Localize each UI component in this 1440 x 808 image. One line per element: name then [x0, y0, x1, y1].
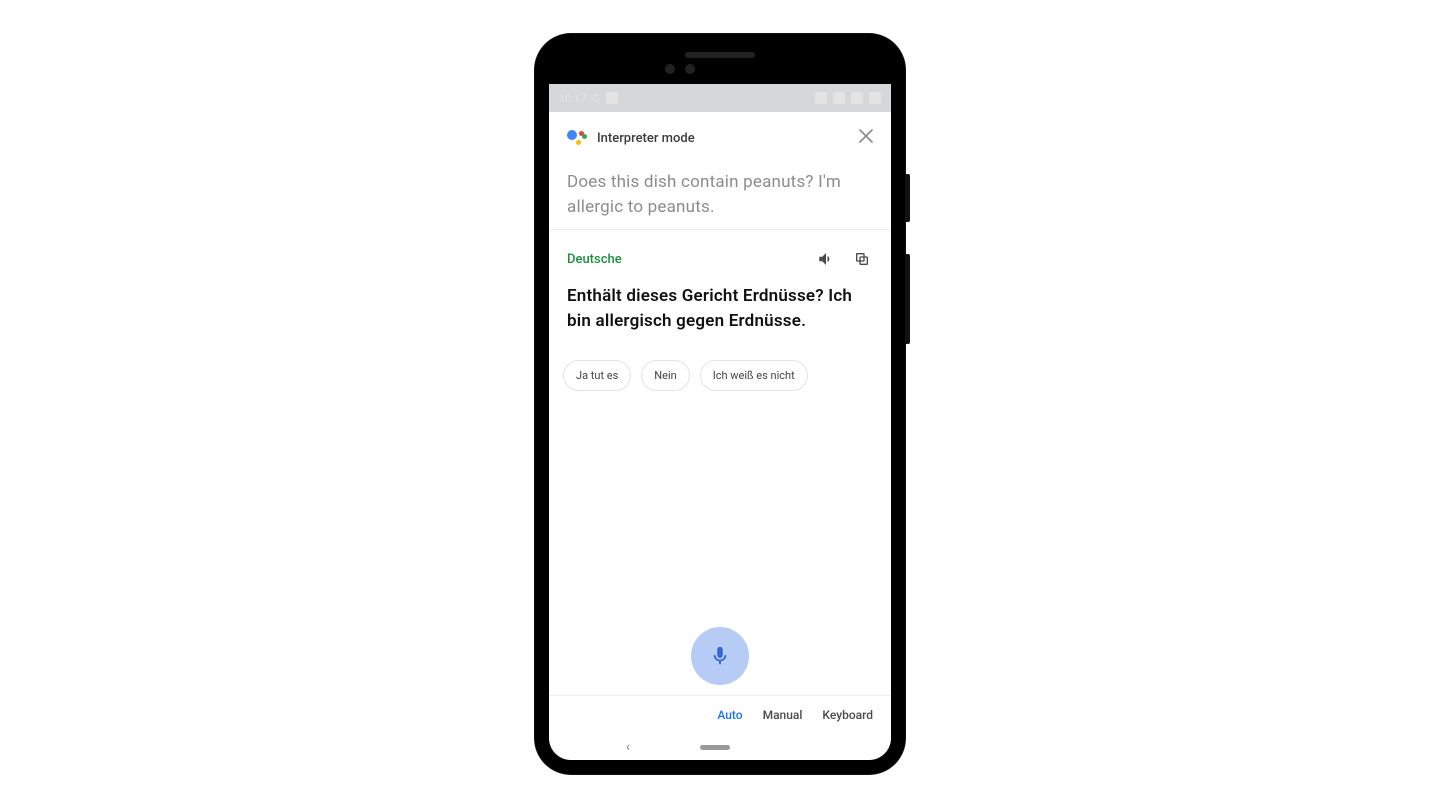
mic-area: [549, 399, 891, 695]
status-app-icon: G: [592, 92, 600, 105]
copy-icon[interactable]: [851, 248, 873, 270]
suggestion-chip[interactable]: Ja tut es: [563, 360, 631, 391]
target-language-label: Deutsche: [567, 252, 801, 267]
nav-bar: ‹: [549, 734, 891, 760]
tab-keyboard[interactable]: Keyboard: [822, 708, 873, 722]
phone-speaker: [685, 52, 755, 58]
phone-camera: [665, 64, 675, 74]
status-bar: 10:17 G: [549, 84, 891, 112]
phone-camera-2: [685, 64, 695, 74]
tab-auto[interactable]: Auto: [717, 708, 742, 722]
mic-icon: [709, 645, 731, 667]
phone-side-button: [905, 174, 910, 222]
content: Interpreter mode Does this dish contain …: [549, 112, 891, 760]
suggestion-chip[interactable]: Nein: [641, 360, 689, 391]
phone-frame: 10:17 G Interp: [535, 34, 905, 774]
mode-tabs: Auto Manual Keyboard: [549, 695, 891, 734]
screen: 10:17 G Interp: [549, 84, 891, 760]
back-icon[interactable]: ‹: [626, 739, 630, 755]
battery-icon: [869, 92, 881, 104]
eye-icon: [815, 92, 827, 104]
translation-block: Deutsche Enthält dieses Gericht Erdnüsse…: [549, 230, 891, 333]
signal-icon: [851, 92, 863, 104]
wifi-icon: [833, 92, 845, 104]
source-text: Does this dish contain peanuts? I'm alle…: [567, 170, 873, 219]
suggestion-chip[interactable]: Ich weiß es nicht: [700, 360, 808, 391]
status-time: 10:17: [559, 92, 586, 105]
tab-manual[interactable]: Manual: [763, 708, 803, 722]
status-dot-icon: [606, 92, 618, 104]
header-card: Interpreter mode Does this dish contain …: [549, 112, 891, 230]
mode-title: Interpreter mode: [597, 131, 859, 146]
suggestion-chips: Ja tut es Nein Ich weiß es nicht: [549, 334, 891, 399]
phone-side-button-2: [905, 254, 910, 344]
mic-button[interactable]: [691, 627, 749, 685]
close-icon[interactable]: [859, 129, 873, 147]
speak-icon[interactable]: [815, 248, 837, 270]
translated-text: Enthält dieses Gericht Erdnüsse? Ich bin…: [567, 284, 873, 333]
home-pill-icon[interactable]: [700, 745, 730, 750]
assistant-logo-icon: [567, 128, 587, 148]
